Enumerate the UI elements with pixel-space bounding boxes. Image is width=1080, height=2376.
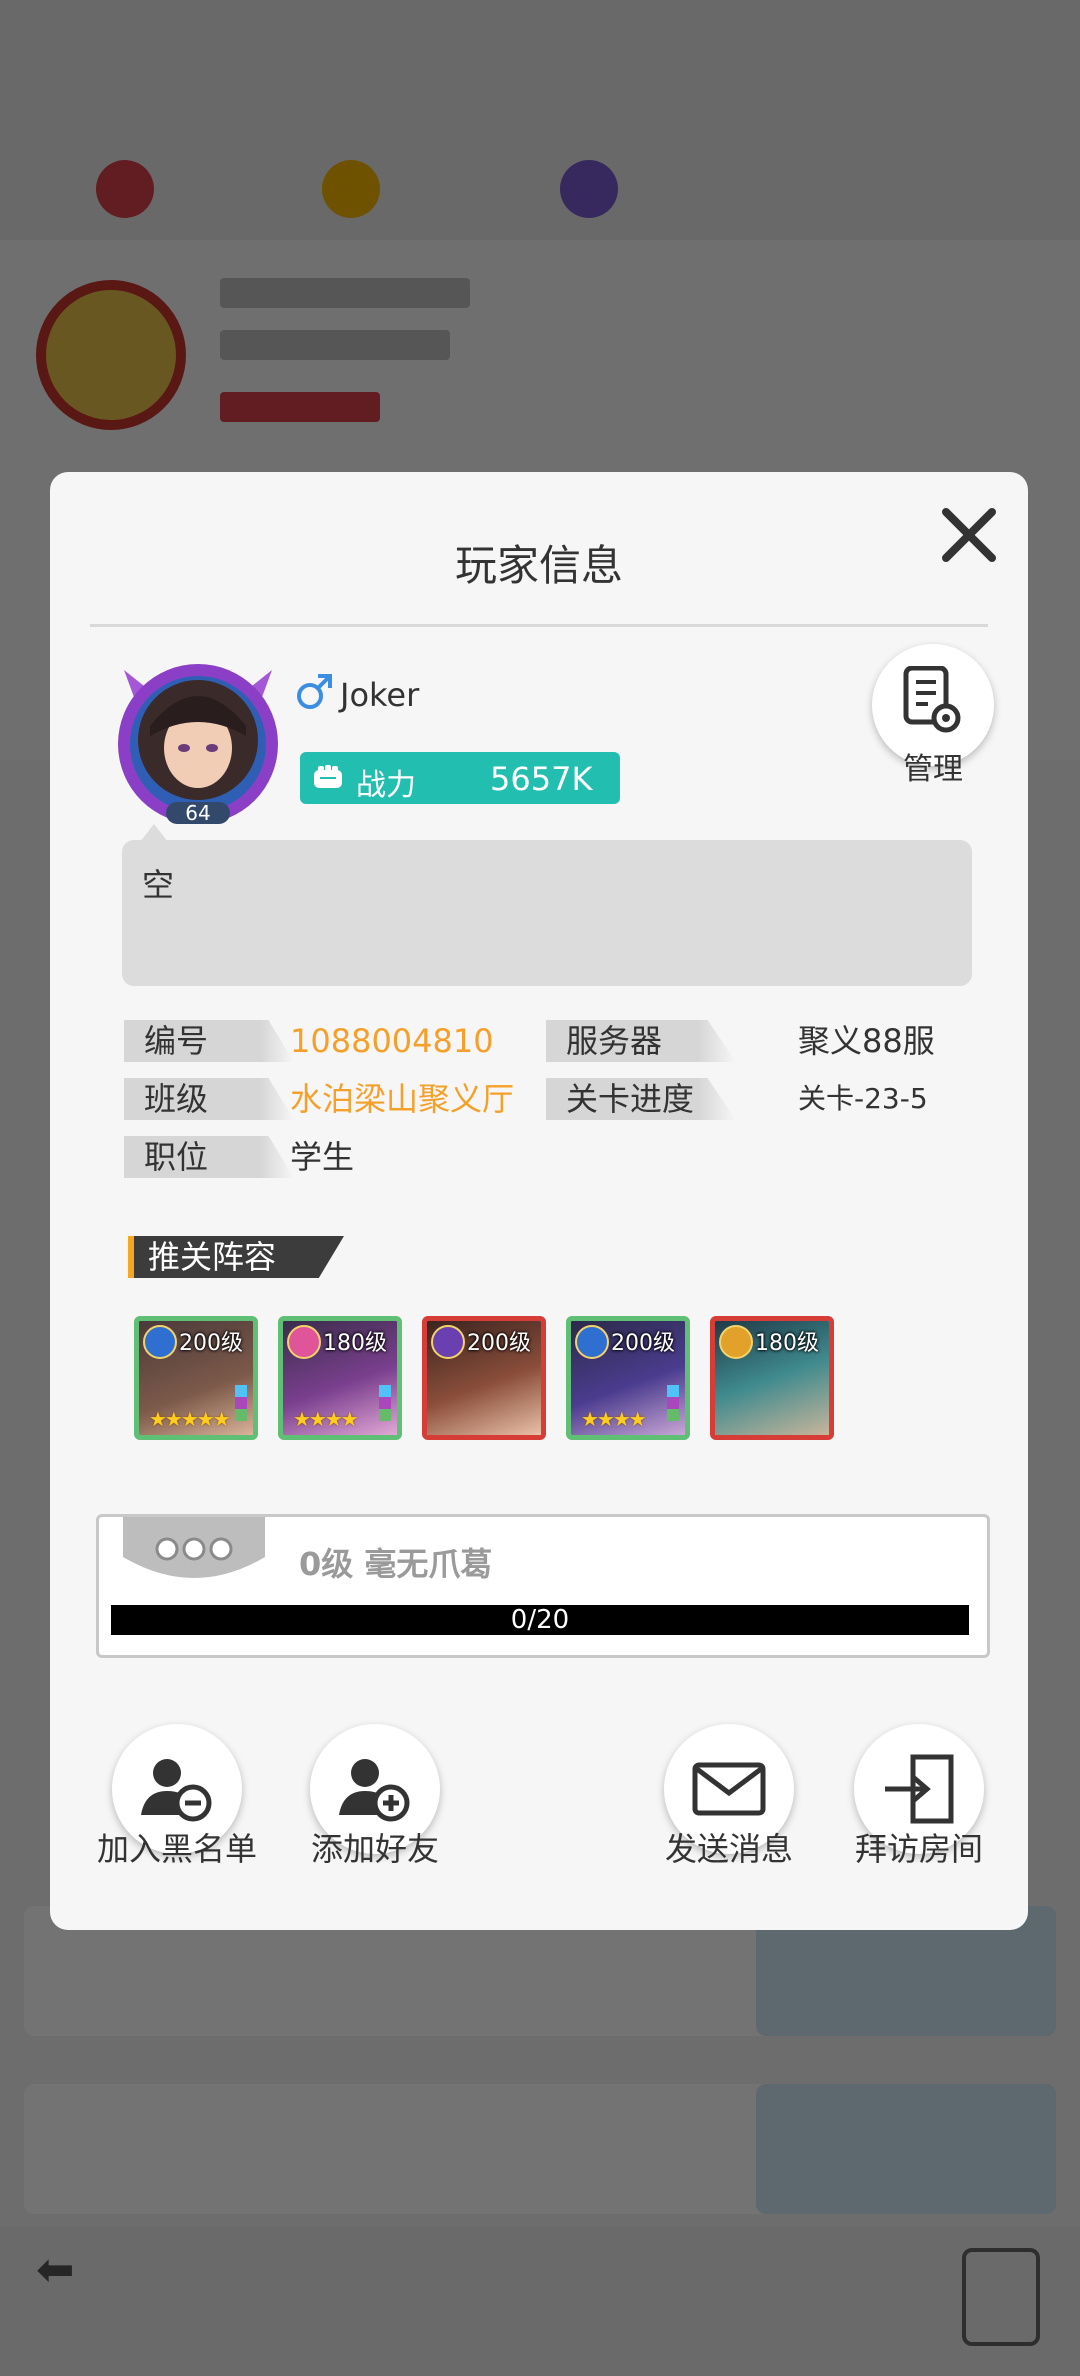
rank-progress-text: 0/20 <box>510 1605 570 1635</box>
door-enter-icon <box>885 1754 954 1824</box>
power-label: 战力 <box>356 768 416 803</box>
dialog-title: 玩家信息 <box>454 541 623 590</box>
hero-stars: ★★★★★ <box>149 1407 231 1431</box>
avatar-level: 64 <box>185 801 211 825</box>
manage-label: 管理 <box>903 752 963 787</box>
rank-progress-bar: 0/20 <box>111 1605 969 1635</box>
player-name: Joker <box>340 676 420 714</box>
server-value: 聚义88服 <box>798 1022 935 1060</box>
id-value: 1088004810 <box>290 1022 494 1060</box>
visit-room-label: 拜访房间 <box>854 1830 983 1868</box>
position-value: 学生 <box>290 1138 355 1176</box>
class-value: 水泊梁山聚义厅 <box>290 1080 515 1118</box>
mail-icon <box>692 1762 766 1816</box>
hero-card[interactable]: 180级 <box>710 1316 834 1440</box>
hero-stars: ★★★★ <box>581 1407 647 1431</box>
hero-stat-bars <box>667 1385 679 1421</box>
hero-card[interactable]: 200级 ★★★★★ <box>134 1316 258 1440</box>
hero-stat-bars <box>235 1385 247 1421</box>
blacklist-label: 加入黑名单 <box>96 1830 257 1868</box>
lineup-title: 推关阵容 <box>134 1236 344 1278</box>
hero-stars: ★★★★ <box>293 1407 359 1431</box>
section-accent <box>128 1236 134 1278</box>
id-label: 编号 <box>124 1020 294 1062</box>
rank-box: 0级 毫无爪葛 0/20 <box>96 1514 990 1658</box>
hero-stat-bars <box>379 1385 391 1421</box>
male-icon <box>297 674 332 709</box>
element-heart-icon <box>287 1325 321 1359</box>
hero-level: 200级 <box>467 1331 531 1356</box>
hero-level: 200级 <box>611 1331 675 1356</box>
close-icon[interactable] <box>936 502 1002 568</box>
class-label: 班级 <box>124 1078 294 1120</box>
hero-card[interactable]: 200级 ★★★★ <box>566 1316 690 1440</box>
rank-title: 0级 毫无爪葛 <box>299 1545 493 1583</box>
position-label: 职位 <box>124 1136 294 1178</box>
stage-value: 关卡-23-5 <box>798 1082 928 1115</box>
element-moon-icon <box>431 1325 465 1359</box>
element-water-icon <box>143 1325 177 1359</box>
hero-level: 200级 <box>179 1331 243 1356</box>
player-avatar[interactable]: 64 <box>110 656 286 832</box>
send-message-label: 发送消息 <box>664 1830 793 1868</box>
stage-label: 关卡进度 <box>546 1078 736 1120</box>
power-value: 5657K <box>490 760 593 798</box>
element-water-icon <box>575 1325 609 1359</box>
player-info-dialog: 玩家信息 64 Joker 战力 5657K 管理 空 编号 108800481… <box>50 472 1028 1930</box>
hero-card[interactable]: 180级 ★★★★ <box>278 1316 402 1440</box>
hero-card[interactable]: 200级 <box>422 1316 546 1440</box>
divider <box>90 624 988 627</box>
user-plus-icon <box>339 1759 410 1822</box>
fist-icon <box>314 765 342 788</box>
document-gear-icon <box>903 666 961 733</box>
hero-level: 180级 <box>755 1331 819 1356</box>
hero-level: 180级 <box>323 1331 387 1356</box>
element-sun-icon <box>719 1325 753 1359</box>
signature-text: 空 <box>142 866 175 904</box>
server-label: 服务器 <box>546 1020 736 1062</box>
rank-emblem-icon <box>123 1517 265 1578</box>
signature-bubble: 空 <box>122 840 972 986</box>
power-badge: 战力 5657K <box>300 752 620 804</box>
user-minus-icon <box>141 1759 212 1822</box>
add-friend-label: 添加好友 <box>310 1830 439 1868</box>
